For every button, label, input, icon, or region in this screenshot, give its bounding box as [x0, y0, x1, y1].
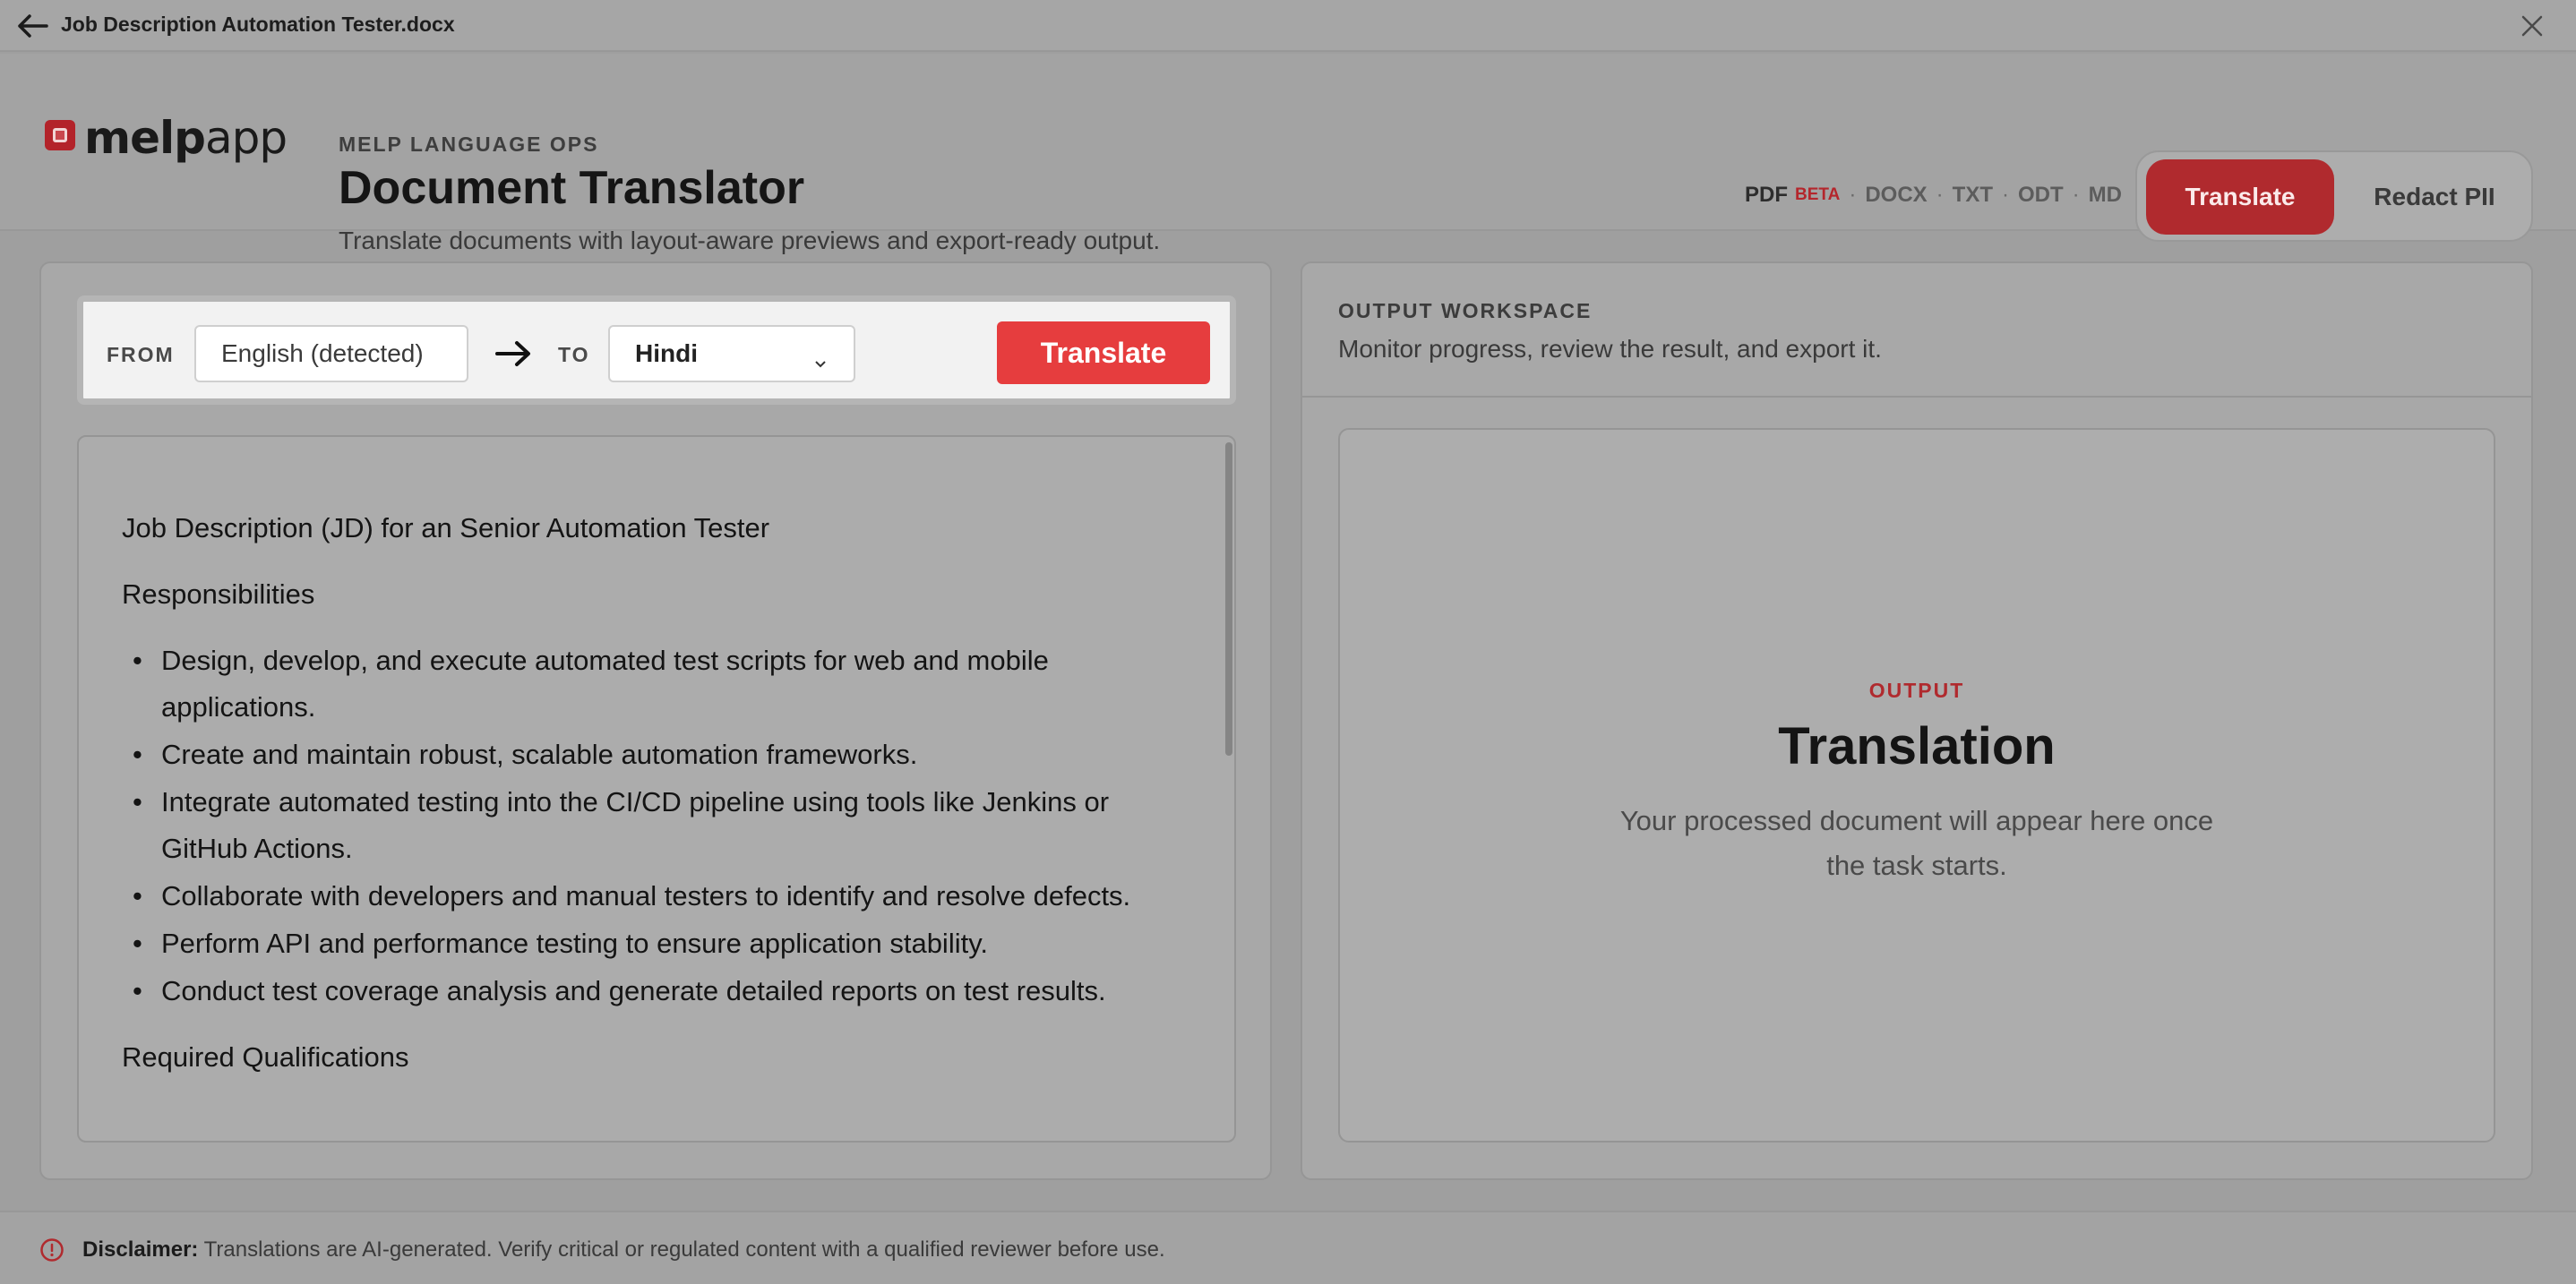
format-separator: · [2001, 183, 2009, 207]
source-document-preview[interactable]: Job Description (JD) for an Senior Autom… [77, 435, 1236, 1143]
output-eyebrow: OUTPUT WORKSPACE [1338, 299, 1593, 322]
page-title: Document Translator [339, 162, 805, 214]
close-icon[interactable] [2517, 11, 2547, 41]
mode-switch: Translate Redact PII [2135, 150, 2533, 242]
app-header: melpapp MELP LANGUAGE OPS Document Trans… [0, 54, 2576, 254]
from-label: FROM [107, 343, 175, 366]
format-odt: ODT [2017, 183, 2064, 207]
logo-wordmark: melpapp [84, 112, 288, 164]
output-placeholder-text: Your processed document will appear here… [1619, 805, 2214, 881]
target-language-value: Hindi [635, 339, 698, 367]
format-separator: · [2072, 183, 2080, 207]
responsibilities-list: Design, develop, and execute automated t… [122, 638, 1197, 1014]
document-content: Job Description (JD) for an Senior Autom… [122, 505, 1197, 1081]
target-language-select[interactable]: Hindi [608, 325, 855, 382]
divider [1302, 396, 2531, 398]
info-icon [39, 1237, 64, 1263]
format-separator: · [1849, 183, 1857, 207]
format-md: MD [2088, 183, 2122, 207]
output-title: Translation [1778, 717, 2056, 775]
output-preview: OUTPUT Translation Your processed docume… [1338, 428, 2495, 1143]
output-subtitle: Monitor progress, review the result, and… [1338, 335, 1882, 363]
back-arrow-icon[interactable] [16, 11, 50, 41]
list-item: Create and maintain robust, scalable aut… [122, 732, 1197, 778]
logo-mark-icon [45, 120, 75, 150]
section-heading: Required Qualifications [122, 1041, 409, 1073]
disclaimer-bar: Disclaimer: Translations are AI-generate… [0, 1211, 2576, 1284]
title-bar: Job Description Automation Tester.docx [0, 0, 2576, 52]
format-txt: TXT [1952, 183, 1993, 207]
beta-badge: BETA [1795, 185, 1841, 204]
disclaimer-text: Disclaimer: Translations are AI-generate… [82, 1237, 1165, 1262]
document-name: Job Description Automation Tester.docx [61, 13, 455, 36]
format-pdf: PDF [1745, 183, 1788, 207]
list-item: Integrate automated testing into the CI/… [122, 779, 1197, 872]
output-label: OUTPUT [1868, 679, 1965, 702]
melpapp-logo: melpapp [45, 113, 288, 184]
list-item: Perform API and performance testing to e… [122, 920, 1197, 967]
language-bar: FROM English (detected) TO Hindi Transla… [77, 295, 1236, 405]
source-language-field[interactable]: English (detected) [194, 325, 468, 382]
document-heading: Job Description (JD) for an Senior Autom… [122, 512, 770, 544]
mode-redact-pii-button[interactable]: Redact PII [2343, 159, 2526, 235]
page-subtitle: Translate documents with layout-aware pr… [339, 227, 1161, 254]
supported-formats: PDF BETA · DOCX · TXT · ODT · MD [1745, 183, 2122, 208]
list-item: Collaborate with developers and manual t… [122, 873, 1197, 920]
scrollbar[interactable] [1225, 442, 1232, 756]
format-docx: DOCX [1865, 183, 1928, 207]
output-panel: OUTPUT WORKSPACE Monitor progress, revie… [1301, 261, 2533, 1180]
section-heading: Responsibilities [122, 578, 315, 610]
translate-button[interactable]: Translate [997, 321, 1210, 384]
chevron-down-icon [814, 347, 827, 375]
list-item: Design, develop, and execute automated t… [122, 638, 1197, 731]
header-eyebrow: MELP LANGUAGE OPS [339, 133, 599, 156]
arrow-right-icon [492, 332, 535, 375]
list-item: Conduct test coverage analysis and gener… [122, 968, 1197, 1014]
mode-translate-button[interactable]: Translate [2146, 159, 2334, 235]
input-panel: FROM English (detected) TO Hindi Transla… [39, 261, 1272, 1180]
to-label: TO [558, 343, 590, 366]
format-separator: · [1936, 183, 1944, 207]
